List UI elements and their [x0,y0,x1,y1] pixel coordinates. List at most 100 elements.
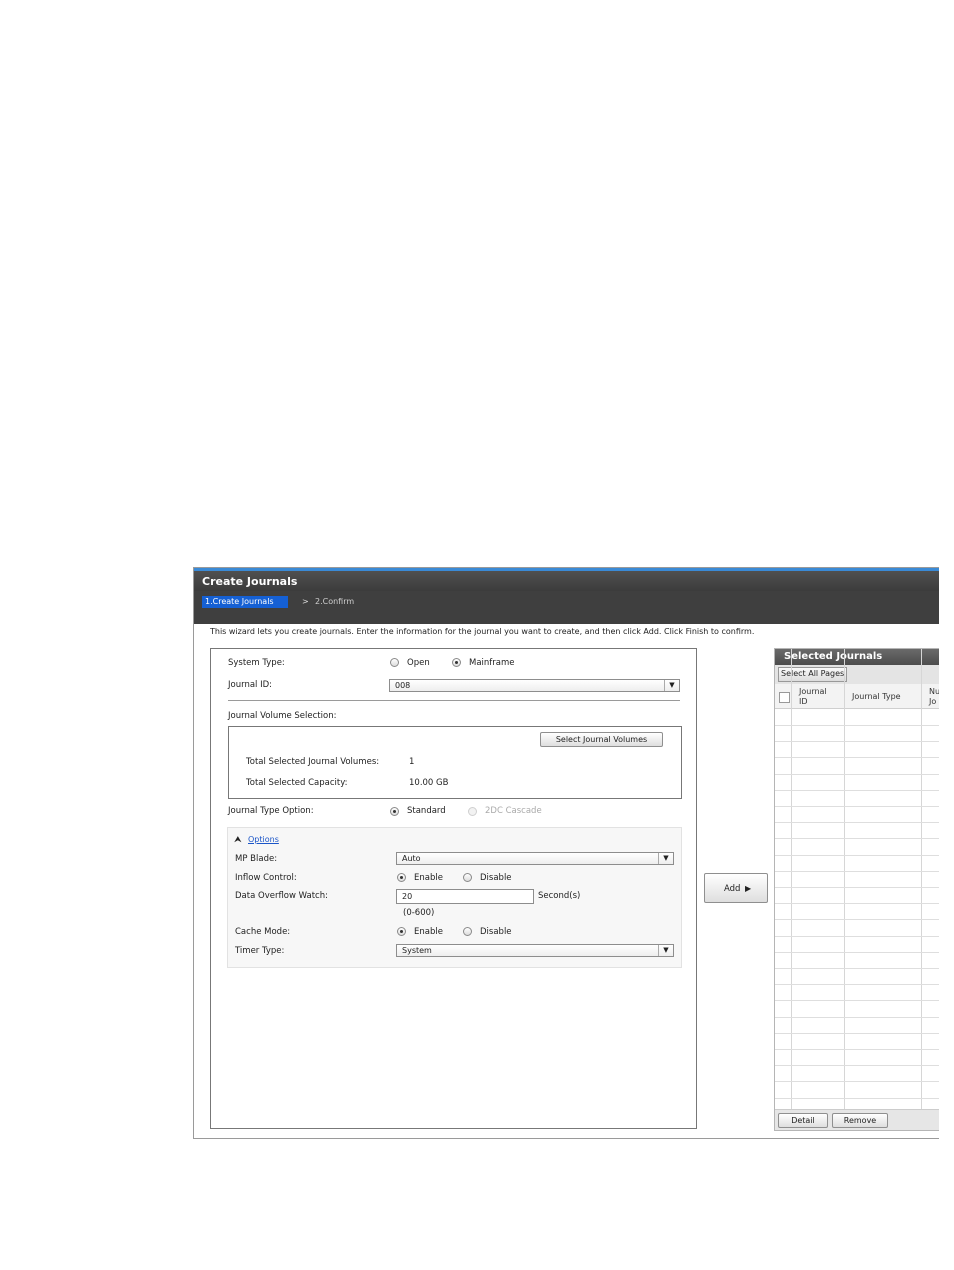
table-row [775,741,939,743]
journal-volume-selection-label: Journal Volume Selection: [228,711,337,721]
table-row [775,1049,939,1050]
journal-type-standard-radio[interactable] [390,807,399,816]
column-journal-id[interactable]: Journal ID [799,687,831,707]
window-title: Create Journals [202,575,298,588]
timer-type-label: Timer Type: [235,946,285,956]
chevron-down-icon: ▼ [658,853,673,864]
mp-blade-value: Auto [402,854,421,863]
add-button-label: Add [724,884,741,894]
inflow-control-label: Inflow Control: [235,873,297,883]
column-number-of-journals[interactable]: Nu Jo [929,687,939,707]
table-row [775,773,939,775]
table-row [775,1016,939,1018]
data-overflow-watch-label: Data Overflow Watch: [235,891,328,901]
chevron-down-icon: ▼ [664,680,679,691]
system-type-label: System Type: [228,658,285,668]
table-row [775,1000,939,1002]
column-divider [791,649,792,1130]
system-type-open-radio[interactable] [390,658,399,667]
system-type-mainframe-label: Mainframe [469,658,515,668]
data-overflow-watch-unit: Second(s) [538,891,581,901]
system-type-mainframe-radio[interactable] [452,658,461,667]
table-row [775,822,939,824]
table-row [775,1032,939,1034]
inflow-control-disable-label: Disable [480,873,512,883]
step-confirm[interactable]: 2.Confirm [315,596,354,608]
table-row [775,887,939,888]
table-row [775,789,939,791]
table-row [775,806,939,807]
data-overflow-watch-value: 20 [402,892,413,901]
column-journal-type[interactable]: Journal Type [852,692,901,702]
cache-mode-enable-label: Enable [414,927,443,937]
table-row [775,984,939,986]
total-volumes-value: 1 [409,757,415,767]
journal-type-2dc-cascade-label: 2DC Cascade [485,806,542,816]
add-button[interactable]: Add ▶ [704,873,768,903]
journal-id-select[interactable]: 008 ▼ [389,679,680,692]
journal-type-option-label: Journal Type Option: [228,806,314,816]
create-journals-window: Create Journals 1.Create Journals > 2.Co… [193,567,939,1139]
total-capacity-value: 10.00 GB [409,778,449,788]
divider [228,700,680,701]
step-separator: > [302,597,309,606]
journal-type-standard-label: Standard [407,806,446,816]
journal-volume-selection-box: Select Journal Volumes Total Selected Jo… [228,726,682,799]
remove-button[interactable]: Remove [832,1113,888,1128]
table-row [775,854,939,856]
wizard-instructions: This wizard lets you create journals. En… [210,627,755,636]
options-link[interactable]: Options [248,835,279,844]
table-row [775,757,939,759]
cache-mode-disable-label: Disable [480,927,512,937]
total-capacity-label: Total Selected Capacity: [246,778,348,788]
selected-journals-title: Selected Journals [784,651,883,662]
selected-journals-table-header: Journal ID Journal Type Nu Jo [775,684,939,709]
selected-journals-header: Selected Journals [775,649,939,665]
data-overflow-watch-input[interactable]: 20 [396,889,534,904]
table-row [775,968,939,969]
chevron-down-icon: ▼ [658,945,673,956]
arrow-right-icon: ▶ [745,884,752,893]
timer-type-value: System [402,946,432,955]
data-overflow-watch-range: (0-600) [403,908,435,918]
table-row [775,951,939,953]
window-titlebar: Create Journals [194,571,939,591]
inflow-control-disable-radio[interactable] [463,873,472,882]
journal-id-label: Journal ID: [228,680,273,690]
selected-journals-footer: Detail Remove [775,1109,939,1130]
table-row [775,870,939,872]
cache-mode-disable-radio[interactable] [463,927,472,936]
table-row [775,919,939,921]
table-row [775,1097,939,1099]
step-create-journals[interactable]: 1.Create Journals [202,596,288,608]
system-type-open-label: Open [407,658,430,668]
table-row [775,935,939,937]
table-row [775,1081,939,1083]
total-volumes-label: Total Selected Journal Volumes: [246,757,380,767]
options-section: ⮝ Options MP Blade: Auto ▼ Inflow Contro… [227,827,682,968]
table-row [775,1065,939,1067]
select-journal-volumes-button[interactable]: Select Journal Volumes [540,732,663,747]
collapse-icon[interactable]: ⮝ [234,835,242,845]
select-all-pages-button[interactable]: Select All Pages [778,667,848,682]
journal-type-2dc-cascade-radio[interactable] [468,807,477,816]
selected-journals-panel: Selected Journals Select All Pages Journ… [774,648,939,1131]
detail-button[interactable]: Detail [778,1113,828,1128]
cache-mode-enable-radio[interactable] [397,927,406,936]
selected-journals-toolbar: Select All Pages [775,665,939,684]
inflow-control-enable-label: Enable [414,873,443,883]
table-row [775,903,939,905]
cache-mode-label: Cache Mode: [235,927,291,937]
mp-blade-label: MP Blade: [235,854,278,864]
journal-id-value: 008 [395,681,411,690]
column-divider [921,649,922,1130]
table-row [775,725,939,726]
journal-settings-panel: System Type: Open Mainframe Journal ID: … [210,648,697,1129]
select-all-checkbox[interactable] [779,692,790,703]
wizard-step-bar: 1.Create Journals > 2.Confirm [194,591,939,624]
column-divider [844,649,845,1130]
timer-type-select[interactable]: System ▼ [396,944,674,957]
table-row [775,838,939,840]
inflow-control-enable-radio[interactable] [397,873,406,882]
mp-blade-select[interactable]: Auto ▼ [396,852,674,865]
